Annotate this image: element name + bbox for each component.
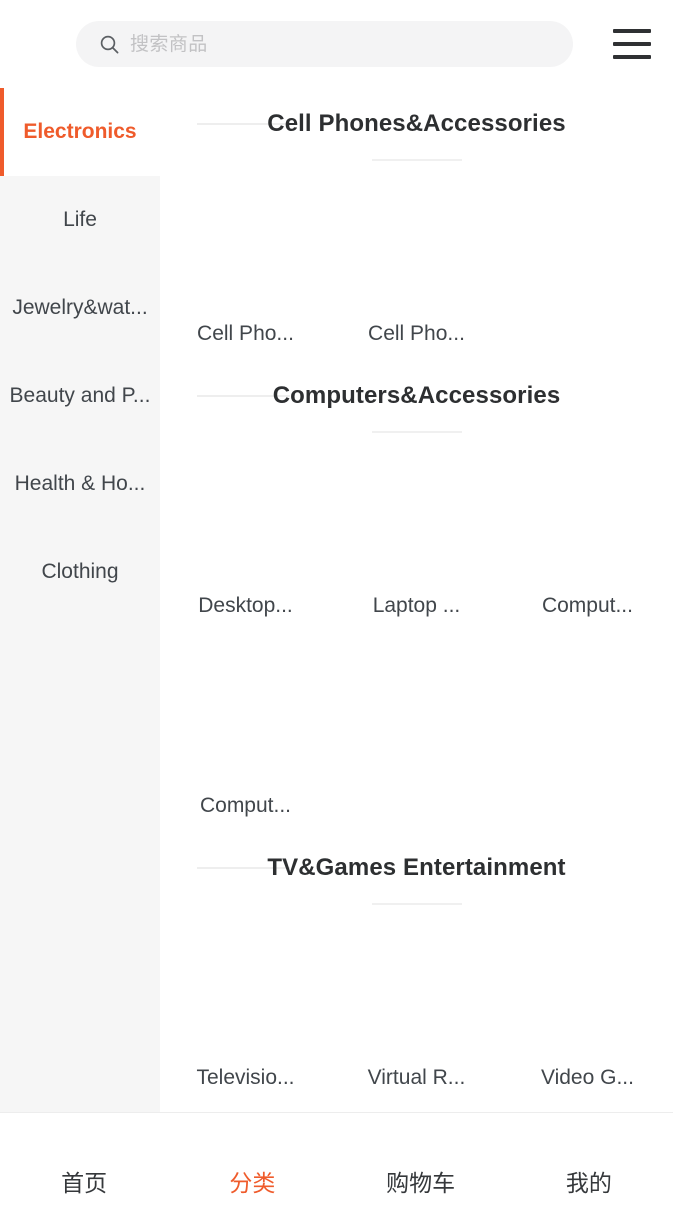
category-tile-label: Laptop ... xyxy=(372,593,461,617)
section-item-grid: Desktop... Laptop ... Comput... Comput..… xyxy=(160,432,673,832)
sidebar-item-label: Life xyxy=(63,208,97,231)
category-tile[interactable]: Televisio... xyxy=(160,904,331,1104)
tab-categories[interactable]: 分类 xyxy=(168,1113,336,1207)
category-tile-label: Comput... xyxy=(541,593,633,617)
tab-label: 首页 xyxy=(61,1170,108,1196)
sidebar-item-label: Electronics xyxy=(23,120,137,143)
category-tile[interactable]: Virtual R... xyxy=(331,904,502,1104)
section-rule-under xyxy=(371,903,462,905)
category-tile[interactable]: Comput... xyxy=(160,632,331,832)
section-header: TV&Games Entertainment xyxy=(160,832,673,905)
tab-label: 我的 xyxy=(565,1170,612,1196)
section-cell-phones: Cell Phones&Accessories Cell Pho... Cell… xyxy=(160,88,673,360)
search-placeholder: 搜索商品 xyxy=(130,33,208,55)
hamburger-bar-3 xyxy=(613,55,651,59)
search-icon xyxy=(100,35,119,54)
category-tile[interactable]: Video G... xyxy=(502,904,673,1104)
hamburger-bar-2 xyxy=(613,42,651,46)
section-item-grid: Televisio... Virtual R... Video G... xyxy=(160,904,673,1104)
section-title: Cell Phones&Accessories xyxy=(267,110,566,137)
category-tile-label: Televisio... xyxy=(196,1065,295,1089)
section-header: Cell Phones&Accessories xyxy=(160,88,673,161)
category-content: Cell Phones&Accessories Cell Pho... Cell… xyxy=(160,88,673,1112)
section-item-grid: Cell Pho... Cell Pho... xyxy=(160,160,673,360)
sidebar-item-electronics[interactable]: Electronics xyxy=(0,88,160,176)
section-rule-under xyxy=(371,431,462,433)
tab-home[interactable]: 首页 xyxy=(0,1113,168,1207)
section-title: TV&Games Entertainment xyxy=(267,854,566,881)
sidebar-item-label: Jewelry&wat... xyxy=(12,296,148,319)
category-tile-label: Cell Pho... xyxy=(197,321,294,345)
category-page: 搜索商品 Electronics Life Jewelry&wat... Bea… xyxy=(0,0,673,1207)
category-thumb xyxy=(502,432,673,593)
section-rule-under xyxy=(371,159,462,161)
sidebar-item-label: Health & Ho... xyxy=(14,472,146,495)
category-tile[interactable]: Desktop... xyxy=(160,432,331,632)
category-tile[interactable]: Laptop ... xyxy=(331,432,502,632)
category-tile[interactable]: Comput... xyxy=(502,432,673,632)
category-thumb xyxy=(331,904,502,1065)
category-tile[interactable]: Cell Pho... xyxy=(160,160,331,360)
section-title: Computers&Accessories xyxy=(272,382,561,409)
category-body: Electronics Life Jewelry&wat... Beauty a… xyxy=(0,88,673,1113)
category-thumb xyxy=(331,160,502,321)
tab-label: 购物车 xyxy=(386,1170,456,1196)
category-tile-label: Desktop... xyxy=(198,593,293,617)
category-thumb xyxy=(160,160,331,321)
category-tile[interactable]: Cell Pho... xyxy=(331,160,502,360)
hamburger-menu-icon[interactable] xyxy=(613,26,651,62)
hamburger-bar-1 xyxy=(613,29,651,33)
category-thumb xyxy=(160,904,331,1065)
tab-mine[interactable]: 我的 xyxy=(505,1113,673,1207)
section-computers: Computers&Accessories Desktop... Laptop … xyxy=(160,360,673,832)
category-thumb xyxy=(160,632,331,793)
category-tile-label: Comput... xyxy=(199,793,292,817)
category-tile-label: Virtual R... xyxy=(367,1065,466,1089)
category-thumb xyxy=(160,432,331,593)
tab-label: 分类 xyxy=(229,1170,276,1196)
tab-cart[interactable]: 购物车 xyxy=(337,1113,505,1207)
category-sidebar[interactable]: Electronics Life Jewelry&wat... Beauty a… xyxy=(0,88,160,1112)
sidebar-item-beauty-personal[interactable]: Beauty and P... xyxy=(0,352,160,440)
sidebar-item-clothing[interactable]: Clothing xyxy=(0,528,160,616)
page-header: 搜索商品 xyxy=(0,0,673,88)
sidebar-item-label: Clothing xyxy=(41,560,119,583)
category-thumb xyxy=(331,432,502,593)
sidebar-item-label: Beauty and P... xyxy=(9,384,151,407)
section-tv-games: TV&Games Entertainment Televisio... Virt… xyxy=(160,832,673,1104)
category-tile-label: Video G... xyxy=(540,1065,634,1089)
search-input[interactable]: 搜索商品 xyxy=(76,21,573,67)
bottom-tab-bar: 首页 分类 购物车 我的 xyxy=(0,1113,673,1207)
section-header: Computers&Accessories xyxy=(160,360,673,433)
category-thumb xyxy=(502,904,673,1065)
sidebar-item-life[interactable]: Life xyxy=(0,176,160,264)
category-tile-label: Cell Pho... xyxy=(368,321,465,345)
sidebar-item-jewelry-watches[interactable]: Jewelry&wat... xyxy=(0,264,160,352)
sidebar-item-health-household[interactable]: Health & Ho... xyxy=(0,440,160,528)
